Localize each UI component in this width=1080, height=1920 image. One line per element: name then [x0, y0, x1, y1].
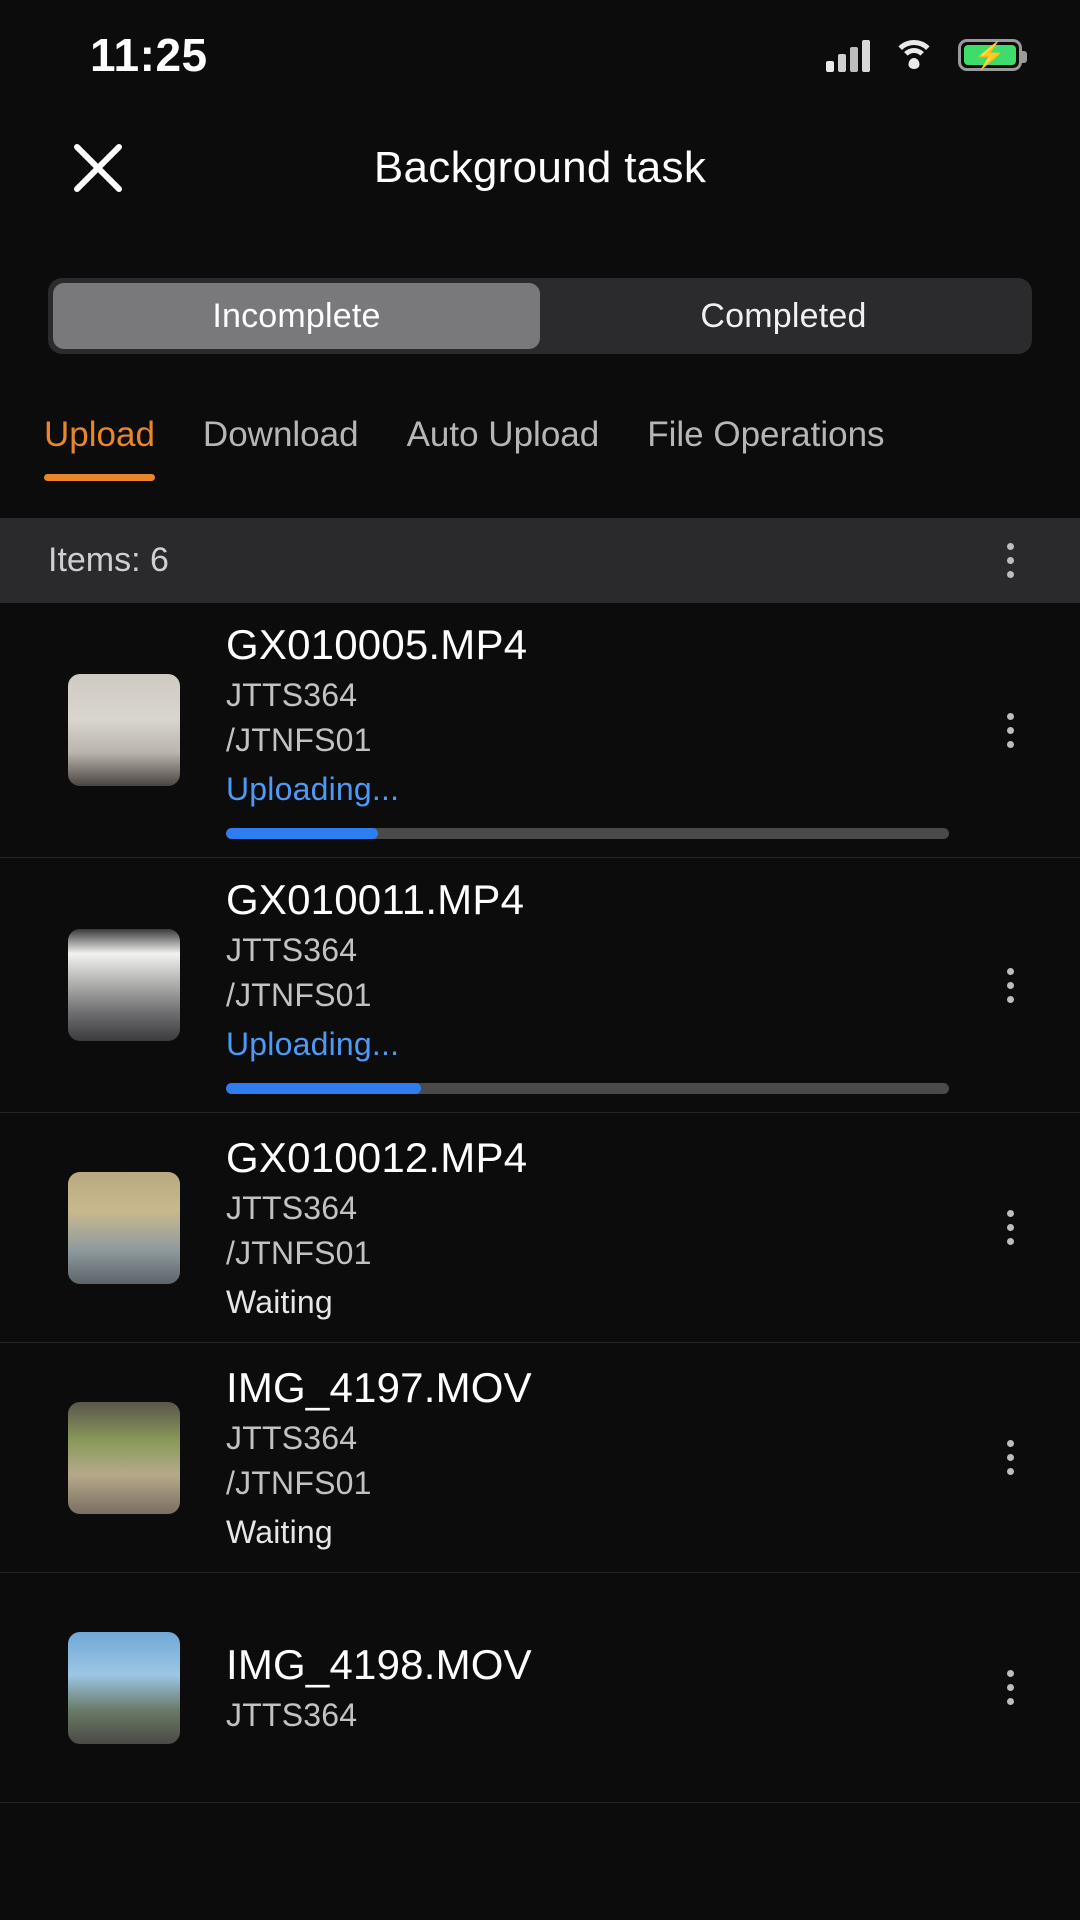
task-thumbnail — [68, 1401, 180, 1514]
segment-completed[interactable]: Completed — [540, 283, 1027, 349]
task-thumbnail — [68, 1171, 180, 1284]
task-device: JTTS364 — [226, 932, 358, 968]
overflow-menu-icon[interactable] — [986, 1429, 1034, 1487]
segment-incomplete[interactable]: Incomplete — [53, 283, 540, 349]
status-filter-segmented-control: Incomplete Completed — [48, 278, 1032, 354]
task-filename: GX010005.MP4 — [226, 621, 528, 668]
tab-upload[interactable]: Upload — [44, 405, 155, 481]
tab-file-operations[interactable]: File Operations — [647, 405, 884, 481]
cellular-signal-icon — [826, 38, 870, 72]
overflow-menu-icon[interactable] — [986, 1659, 1034, 1717]
close-icon[interactable] — [62, 132, 134, 204]
task-filename: GX010011.MP4 — [226, 876, 525, 923]
task-type-tabs: Upload Download Auto Upload File Operati… — [0, 405, 1080, 500]
tab-auto-upload[interactable]: Auto Upload — [407, 405, 600, 481]
task-path: /JTNFS01 — [226, 722, 372, 758]
overflow-menu-icon[interactable] — [986, 532, 1034, 590]
task-device: JTTS364 — [226, 677, 358, 713]
overflow-menu-icon[interactable] — [986, 1199, 1034, 1257]
task-device: JTTS364 — [226, 1697, 358, 1733]
task-row[interactable]: GX010005.MP4 JTTS364/JTNFS01 Uploading... — [0, 603, 1080, 858]
app-header: Background task — [0, 110, 1080, 225]
task-details: IMG_4198.MOV JTTS364 — [180, 1623, 976, 1752]
task-status: Waiting — [226, 1284, 333, 1320]
items-count-label: Items: 6 — [48, 541, 169, 579]
task-device: JTTS364 — [226, 1190, 358, 1226]
status-bar-icons: ⚡ — [826, 38, 1027, 72]
task-filename: GX010012.MP4 — [226, 1134, 528, 1181]
task-status: Uploading... — [226, 771, 400, 807]
task-path: /JTNFS01 — [226, 1235, 372, 1271]
task-path: /JTNFS01 — [226, 977, 372, 1013]
task-path: /JTNFS01 — [226, 1465, 372, 1501]
task-row[interactable]: IMG_4197.MOV JTTS364/JTNFS01 Waiting — [0, 1343, 1080, 1573]
tab-download[interactable]: Download — [203, 405, 359, 481]
task-progress-fill — [226, 1083, 422, 1094]
overflow-menu-icon[interactable] — [986, 701, 1034, 759]
task-row[interactable]: GX010012.MP4 JTTS364/JTNFS01 Waiting — [0, 1113, 1080, 1343]
task-status: Uploading... — [226, 1026, 400, 1062]
task-details: IMG_4197.MOV JTTS364/JTNFS01 Waiting — [180, 1346, 976, 1569]
status-bar-clock: 11:25 — [90, 29, 208, 81]
task-progress-bar — [226, 828, 949, 839]
overflow-menu-icon[interactable] — [986, 956, 1034, 1014]
status-bar: 11:25 ⚡ — [0, 0, 1080, 110]
task-thumbnail — [68, 929, 180, 1041]
task-filename: IMG_4197.MOV — [226, 1364, 532, 1411]
wifi-icon — [892, 38, 936, 72]
task-list[interactable]: GX010005.MP4 JTTS364/JTNFS01 Uploading... G… — [0, 603, 1080, 1920]
task-thumbnail — [68, 1631, 180, 1744]
phone-screen: 11:25 ⚡ Background task Incomplete Compl… — [0, 0, 1080, 1920]
task-row[interactable]: IMG_4198.MOV JTTS364 — [0, 1573, 1080, 1803]
task-details: GX010011.MP4 JTTS364/JTNFS01 Uploading... — [180, 858, 976, 1112]
task-thumbnail — [68, 674, 180, 786]
task-device: JTTS364 — [226, 1420, 358, 1456]
task-status: Waiting — [226, 1514, 333, 1550]
task-filename: IMG_4198.MOV — [226, 1641, 532, 1688]
battery-charging-icon: ⚡ — [958, 39, 1027, 71]
page-title: Background task — [373, 142, 707, 192]
task-progress-fill — [226, 828, 378, 839]
task-details: GX010005.MP4 JTTS364/JTNFS01 Uploading... — [180, 603, 976, 857]
task-row[interactable]: GX010011.MP4 JTTS364/JTNFS01 Uploading... — [0, 858, 1080, 1113]
task-progress-bar — [226, 1083, 949, 1094]
items-summary-bar: Items: 6 — [0, 518, 1080, 603]
task-details: GX010012.MP4 JTTS364/JTNFS01 Waiting — [180, 1116, 976, 1339]
